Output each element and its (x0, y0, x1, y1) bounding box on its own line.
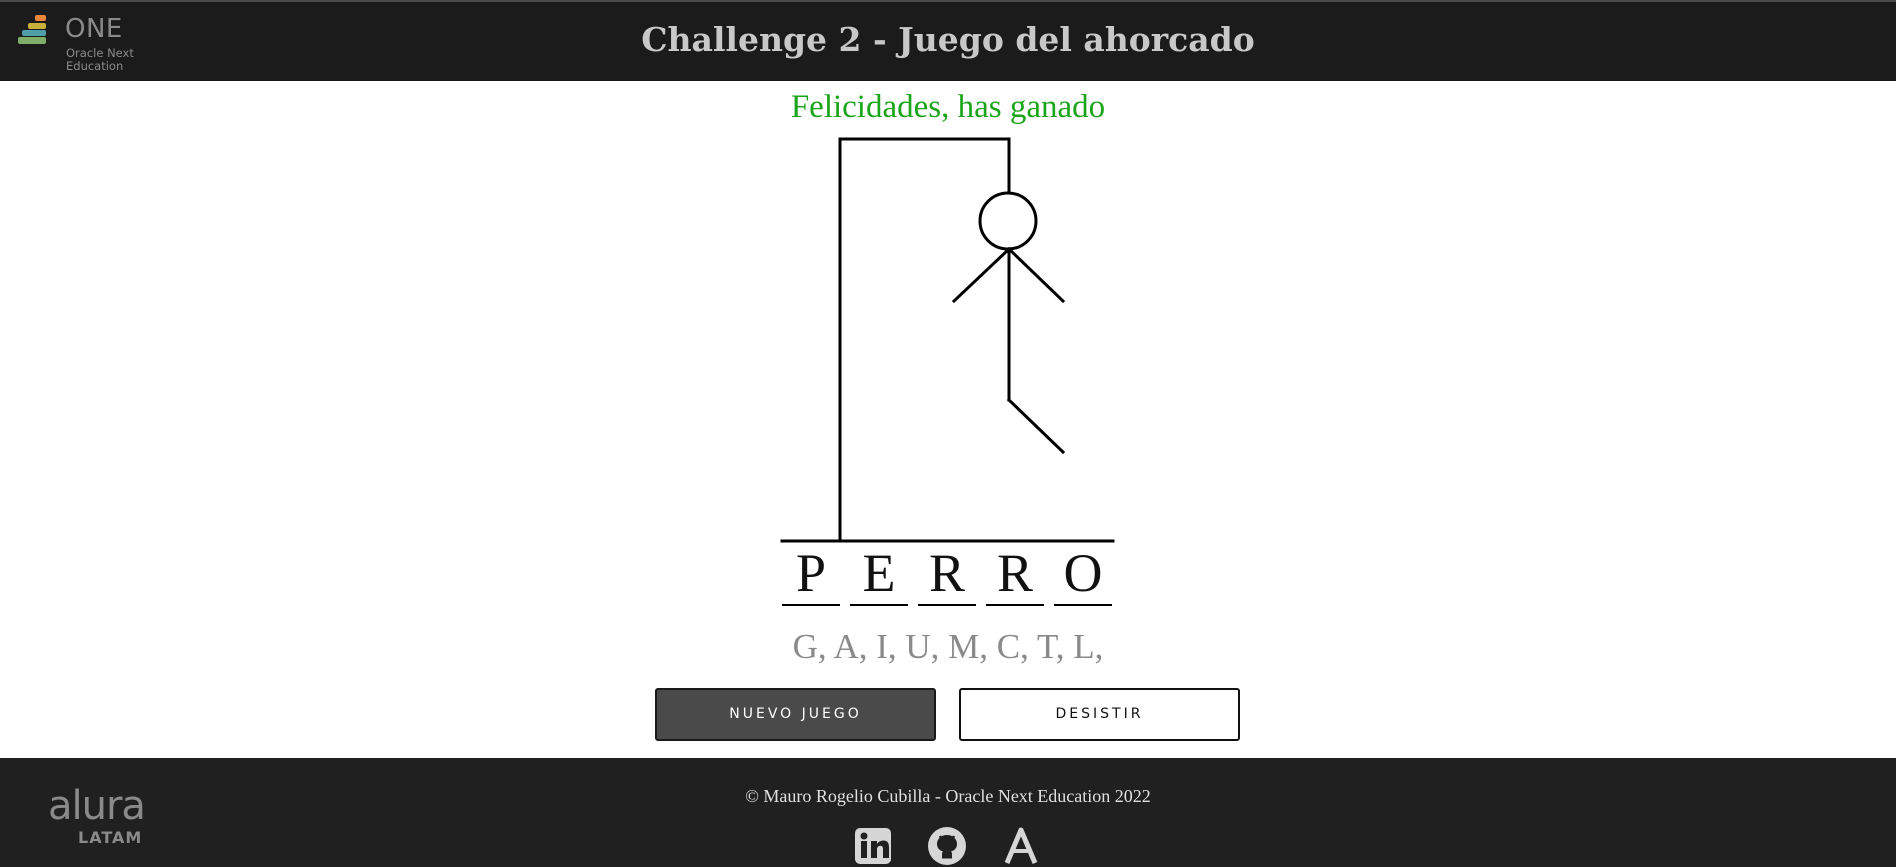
alura-icon[interactable] (1001, 826, 1041, 866)
word-letter: R (918, 542, 976, 606)
header: ONE Oracle Next Education Challenge 2 - … (0, 0, 1896, 81)
page-title: Challenge 2 - Juego del ahorcado (641, 20, 1255, 59)
hangman-right-leg (1006, 397, 1066, 455)
footer: alura LATAM © Mauro Rogelio Cubilla - Or… (0, 758, 1896, 867)
wrong-letters: G, A, I, U, M, C, T, L, (792, 627, 1104, 666)
hangman-right-arm (1006, 246, 1066, 304)
hangman-left-arm (951, 246, 1012, 304)
hangman-head (978, 191, 1038, 251)
copyright-text: © Mauro Rogelio Cubilla - Oracle Next Ed… (745, 786, 1151, 806)
word-letter: O (1054, 542, 1112, 606)
new-game-button[interactable]: NUEVO JUEGO (655, 688, 936, 741)
word-letter: P (782, 542, 840, 606)
github-icon[interactable] (927, 826, 967, 866)
hangman-drawing (780, 137, 1115, 543)
status-message: Felicidades, has ganado (790, 89, 1106, 125)
linkedin-icon[interactable] (853, 826, 893, 866)
alura-logo-sub: LATAM (78, 828, 143, 847)
word-letter: R (986, 542, 1044, 606)
give-up-button[interactable]: DESISTIR (959, 688, 1240, 741)
word-letter: E (850, 542, 908, 606)
